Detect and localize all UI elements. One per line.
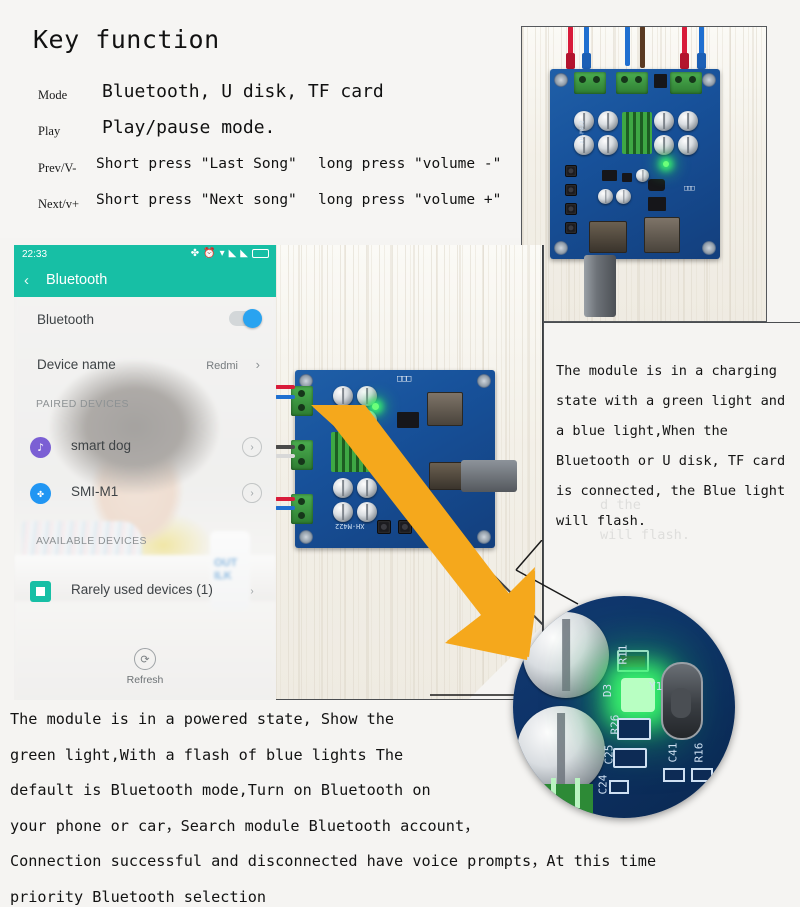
device-name: smart dog	[71, 438, 132, 453]
pad-c41	[663, 768, 685, 782]
text-line: state with a green light and	[556, 393, 786, 409]
capacitor	[517, 706, 605, 794]
connector-red	[680, 53, 689, 69]
connector-blue	[697, 53, 706, 69]
section-header-available: AVAILABLE DEVICES	[36, 535, 147, 547]
row-value: Redmi	[206, 360, 238, 372]
chevron-right-icon: ›	[255, 357, 260, 372]
pad-c24	[609, 780, 629, 794]
row-label: Device name	[37, 357, 116, 372]
text-line: a blue light,When the	[556, 423, 728, 439]
silk-c25: C25	[602, 744, 616, 765]
text-line: priority Bluetooth selection	[10, 887, 267, 906]
connector-red	[566, 53, 575, 69]
signal-icon: ◣	[240, 248, 248, 259]
board-photo-top: □□□ XH-M422	[521, 26, 767, 322]
usb-port	[589, 221, 627, 253]
key-function-section: Key function Mode Bluetooth, U disk, TF …	[0, 0, 520, 238]
headphone-icon: ♪	[30, 437, 51, 458]
key-function-row: Play Play/pause mode.	[38, 117, 508, 146]
device-name: Rarely used devices (1)	[71, 582, 213, 597]
key-label-next: Next/v+	[38, 197, 80, 211]
silk-y1: Y1	[649, 680, 663, 693]
heatsink	[622, 112, 652, 154]
wifi-icon: ▾	[219, 248, 225, 259]
bluetooth-icon: ✤	[30, 483, 51, 504]
square-icon	[30, 581, 51, 602]
usb-cable-plug	[584, 255, 616, 317]
key-value-play: Play/pause mode.	[102, 117, 276, 138]
phone-screenshot: OUTILK 22:33 ✤ ⏰ ▾ ◣ ◣ ‹ Bluetooth Bluet…	[14, 245, 276, 700]
text-line: your phone or car，Search module Bluetoot…	[10, 816, 480, 835]
silk-r16: R16	[692, 742, 706, 763]
tf-card-slot	[644, 217, 680, 253]
key-function-row: Mode Bluetooth, U disk, TF card	[38, 81, 508, 110]
bluetooth-toggle[interactable]	[229, 309, 262, 328]
status-icons: ✤ ⏰ ▾ ◣ ◣	[191, 248, 269, 259]
board-button	[565, 203, 577, 215]
board-button	[565, 222, 577, 234]
status-time: 22:33	[22, 249, 48, 260]
battery-icon	[252, 249, 269, 258]
bluetooth-antenna-icon: □□□	[684, 184, 695, 192]
wire-brown	[640, 27, 645, 68]
section-header-paired: PAIRED DEVICES	[36, 398, 129, 410]
device-row-smi-m1[interactable]: ✤ SMI-M1 ›	[14, 473, 276, 513]
text-line: Connection successful and disconnected h…	[10, 852, 657, 870]
text-line: Bluetooth or U disk, TF card	[556, 453, 786, 469]
phone-status-bar: 22:33 ✤ ⏰ ▾ ◣ ◣	[14, 245, 276, 265]
chevron-right-icon[interactable]: ›	[242, 581, 262, 601]
key-value-next-long: long press "volume +"	[318, 192, 502, 208]
device-row-rarely-used[interactable]: Rarely used devices (1) ›	[14, 571, 276, 611]
refresh-button[interactable]: ⟳ Refresh	[14, 648, 276, 686]
key-value-mode: Bluetooth, U disk, TF card	[102, 81, 384, 102]
text-line: The module is in a charging	[556, 363, 777, 379]
key-label-mode: Mode	[38, 88, 68, 102]
refresh-icon: ⟳	[134, 648, 156, 670]
silk-r11: R11	[616, 644, 630, 665]
device-row-smart-dog[interactable]: ♪ smart dog ›	[14, 427, 276, 467]
refresh-label: Refresh	[126, 674, 164, 686]
key-function-row: Prev/V- Short press "Last Song" long pre…	[38, 155, 508, 183]
chevron-right-icon[interactable]: ›	[242, 483, 262, 503]
chevron-right-icon[interactable]: ›	[242, 437, 262, 457]
bluetooth-antenna-icon: □□□	[397, 374, 411, 384]
pad-r16	[691, 768, 713, 782]
pad-r26	[617, 718, 651, 740]
key-label-prev: Prev/V-	[38, 161, 77, 175]
row-label: Bluetooth	[37, 312, 95, 327]
ghost-line: d the	[600, 497, 641, 513]
signal-icon: ◣	[228, 248, 237, 259]
back-icon[interactable]: ‹	[24, 272, 29, 289]
magnified-led-detail: R11 D3 R26 C25 C24 Y1 R16 C41	[513, 596, 735, 818]
key-label-play: Play	[38, 124, 61, 138]
silk-c41: C41	[666, 742, 680, 763]
key-function-title: Key function	[33, 25, 220, 54]
pcb-board: □□□ XH-M422	[550, 69, 720, 259]
key-value-prev: Short press "Last Song"	[96, 156, 297, 172]
capacitor	[523, 612, 609, 698]
silk-d3: D3	[601, 683, 615, 698]
infographic-page: Key function Mode Bluetooth, U disk, TF …	[0, 0, 800, 907]
row-device-name[interactable]: Device name Redmi ›	[14, 345, 276, 387]
key-function-row: Next/v+ Short press "Next song" long pre…	[38, 191, 508, 219]
wire-blue	[625, 27, 630, 66]
pad-c25	[613, 748, 647, 768]
green-led	[663, 161, 669, 167]
bluetooth-icon: ✤	[190, 248, 200, 259]
alarm-icon: ⏰	[203, 248, 216, 259]
key-value-next: Short press "Next song"	[96, 192, 297, 208]
key-value-prev-long: long press "volume -"	[318, 156, 502, 172]
board-button	[565, 184, 577, 196]
phone-app-bar: ‹ Bluetooth	[14, 265, 276, 297]
terminal-green	[539, 784, 593, 818]
board-button	[565, 165, 577, 177]
silk-c24: C24	[596, 774, 610, 795]
silk-r26: R26	[608, 714, 622, 735]
device-name: SMI-M1	[71, 484, 119, 499]
page-title: Bluetooth	[46, 272, 108, 288]
divider	[543, 322, 800, 324]
pointer-arrow	[311, 405, 535, 660]
connector-blue	[582, 53, 591, 69]
